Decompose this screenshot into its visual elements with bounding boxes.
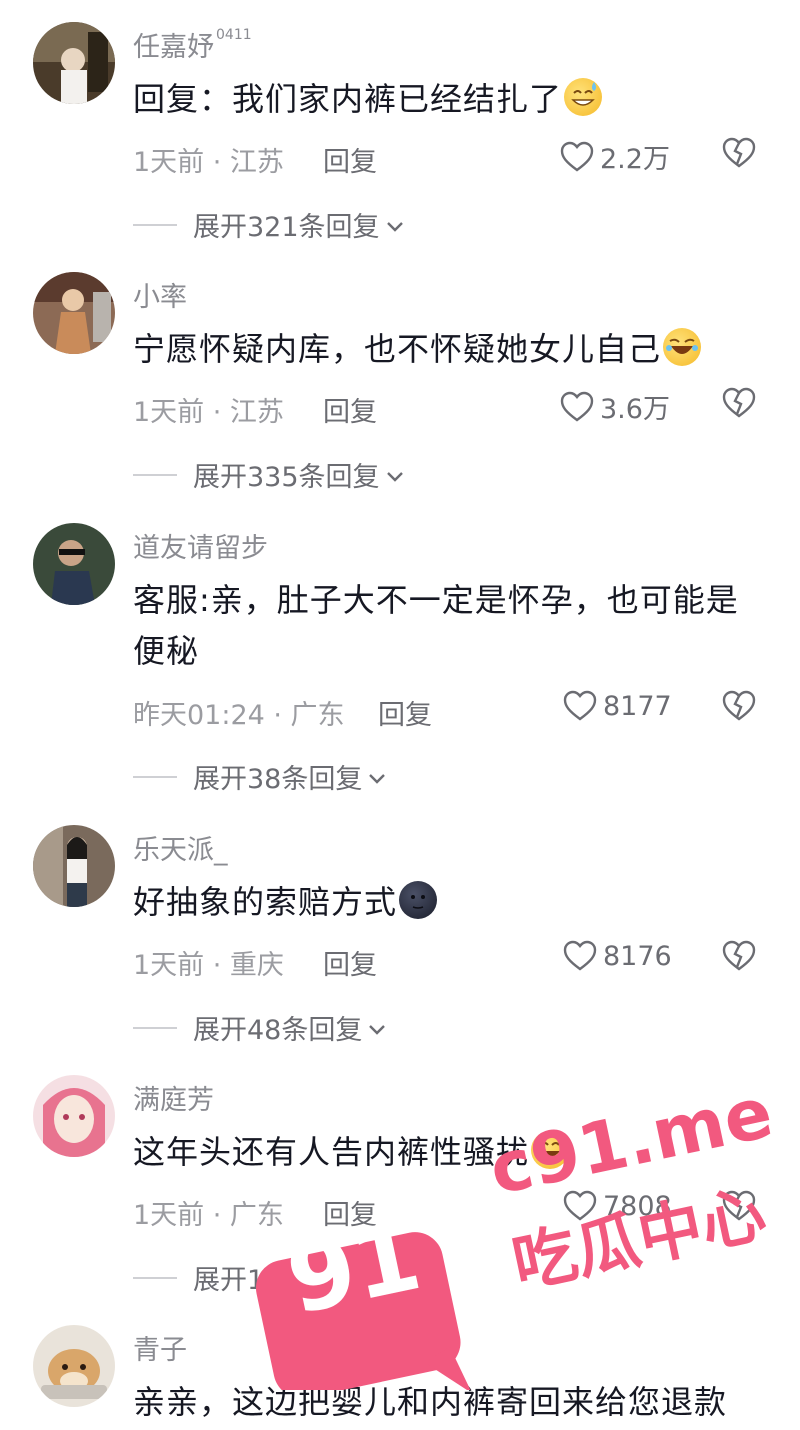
broken-heart-icon	[722, 137, 756, 169]
like-count: 2.2万	[600, 144, 670, 175]
expand-label: 展开335条回复	[193, 462, 380, 493]
comment-item: 满庭芳 这年头还有人告内裤性骚扰 1天前 · 广东 回复 7808 展开120条…	[0, 1075, 800, 1305]
divider	[133, 1026, 177, 1029]
expand-replies[interactable]: 展开321条回复	[133, 205, 404, 244]
divider	[133, 1276, 177, 1279]
chevron-down-icon	[362, 1012, 386, 1043]
divider	[133, 473, 177, 476]
username[interactable]: 任嘉妤 0411	[133, 25, 252, 64]
expand-replies[interactable]: 展开48条回复	[133, 1008, 386, 1047]
divider	[133, 223, 177, 226]
expand-replies[interactable]: 展开38条回复	[133, 757, 386, 796]
like-count: 8176	[603, 940, 672, 972]
heart-icon	[563, 940, 597, 972]
chevron-down-icon	[380, 209, 404, 240]
like-count: 3.6万	[600, 394, 670, 425]
comment-item: 乐天派_ 好抽象的索赔方式 1天前 · 重庆 回复 8176 展开48条回复	[0, 825, 800, 1055]
avatar[interactable]	[33, 1325, 115, 1407]
comment-text: 亲亲，这边把婴儿和内裤寄回来给您退款	[133, 1383, 728, 1421]
reply-button[interactable]: 回复	[323, 1193, 377, 1232]
dislike-button[interactable]	[722, 1190, 756, 1222]
dislike-button[interactable]	[722, 690, 756, 722]
avatar[interactable]	[33, 272, 115, 354]
broken-heart-icon	[722, 690, 756, 722]
username[interactable]: 乐天派_	[133, 828, 228, 867]
comment-item: 任嘉妤 0411 回复：我们家内裤已经结扎了 1天前 · 江苏 回复 2.2万 展…	[0, 22, 800, 252]
heart-icon	[563, 1190, 597, 1222]
comment-item: 道友请留步 客服:亲，肚子大不一定是怀孕，也可能是便秘 昨天01:24 · 广东…	[0, 523, 800, 803]
broken-heart-icon	[722, 940, 756, 972]
comment-item: 青子 亲亲，这边把婴儿和内裤寄回来给您退款	[0, 1325, 800, 1430]
expand-label: 展开48条回复	[193, 1015, 363, 1046]
reply-button[interactable]: 回复	[323, 140, 377, 179]
broken-heart-icon	[722, 1190, 756, 1222]
time-location: 1天前 · 广东	[133, 1200, 284, 1231]
dislike-button[interactable]	[722, 387, 756, 419]
dislike-button[interactable]	[722, 940, 756, 972]
heart-icon	[560, 391, 594, 423]
time-location: 1天前 · 江苏	[133, 397, 284, 428]
reply-button[interactable]: 回复	[378, 693, 432, 732]
comment-text: 宁愿怀疑内库，也不怀疑她女儿自己	[133, 324, 753, 375]
like-button[interactable]: 3.6万	[560, 387, 670, 426]
like-button[interactable]: 8176	[563, 940, 672, 972]
expand-replies[interactable]: 展开120条回复	[133, 1258, 404, 1297]
expand-label: 展开120条回复	[193, 1265, 380, 1296]
username[interactable]: 青子	[133, 1328, 187, 1367]
like-button[interactable]: 8177	[563, 690, 672, 722]
laugh-emoji	[531, 1131, 570, 1169]
reply-button[interactable]: 回复	[323, 390, 377, 429]
username[interactable]: 道友请留步	[133, 526, 268, 565]
like-button[interactable]: 7808	[563, 1190, 672, 1222]
comment-item: 小率 宁愿怀疑内库，也不怀疑她女儿自己 1天前 · 江苏 回复 3.6万 展开3…	[0, 272, 800, 502]
comment-text: 好抽象的索赔方式	[133, 877, 753, 928]
chevron-down-icon	[362, 761, 386, 792]
expand-label: 展开38条回复	[193, 764, 363, 795]
expand-label: 展开321条回复	[193, 212, 380, 243]
expand-replies[interactable]: 展开335条回复	[133, 455, 404, 494]
rofl-emoji	[663, 328, 702, 366]
new-moon-face-emoji	[399, 881, 438, 919]
chevron-down-icon	[380, 459, 404, 490]
heart-icon	[563, 690, 597, 722]
avatar[interactable]	[33, 22, 115, 104]
time-location: 昨天01:24 · 广东	[133, 700, 345, 731]
heart-icon	[560, 141, 594, 173]
broken-heart-icon	[722, 387, 756, 419]
divider	[133, 775, 177, 778]
like-count: 8177	[603, 690, 672, 722]
avatar[interactable]	[33, 1075, 115, 1157]
like-button[interactable]: 2.2万	[560, 137, 670, 176]
comment-text: 客服:亲，肚子大不一定是怀孕，也可能是便秘	[133, 581, 739, 670]
dislike-button[interactable]	[722, 137, 756, 169]
like-count: 7808	[603, 1190, 672, 1222]
username[interactable]: 小率	[133, 275, 187, 314]
avatar[interactable]	[33, 825, 115, 907]
sweat-smile-emoji	[564, 78, 603, 116]
avatar[interactable]	[33, 523, 115, 605]
chevron-down-icon	[380, 1262, 404, 1293]
comment-text: 这年头还有人告内裤性骚扰	[133, 1127, 753, 1178]
time-location: 1天前 · 重庆	[133, 950, 284, 981]
time-location: 1天前 · 江苏	[133, 147, 284, 178]
username[interactable]: 满庭芳	[133, 1078, 214, 1117]
comment-text: 回复：我们家内裤已经结扎了	[133, 74, 753, 125]
reply-button[interactable]: 回复	[323, 943, 377, 982]
